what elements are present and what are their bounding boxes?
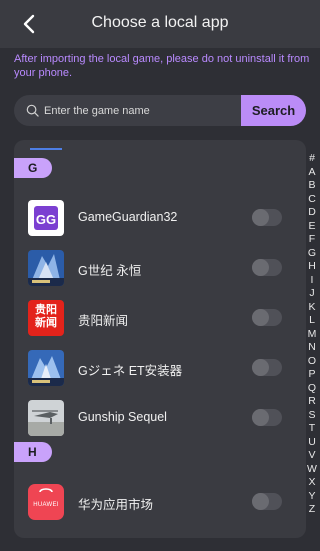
page-title: Choose a local app [91,14,229,31]
app-row-g-gene-et-installer[interactable]: Gジェネ ET安装器 [14,345,306,393]
gunship-sequel-icon [28,400,64,436]
app-row-huawei-appgallery[interactable]: HUAWEI 华为应用市场 [14,479,306,527]
import-notice: After importing the local game, please d… [14,53,310,79]
index-letter[interactable]: Z [306,503,318,517]
index-letter[interactable]: B [306,179,318,193]
search-button[interactable]: Search [241,95,306,126]
guiyang-news-icon-text-2: 新闻 [35,317,57,329]
index-letter[interactable]: I [306,274,318,288]
index-letter[interactable]: F [306,233,318,247]
app-name: G世纪 永恒 [78,264,142,278]
app-name: 华为应用市场 [78,498,154,512]
huawei-icon-text: HUAWEI [33,502,59,508]
app-row-gunship-sequel[interactable]: Gunship Sequel [14,395,306,443]
index-letter[interactable]: P [306,368,318,382]
index-letter[interactable]: W [306,463,318,477]
index-letter[interactable]: T [306,422,318,436]
section-header-h: H [14,442,52,462]
index-letter[interactable]: # [306,152,318,166]
toggle-knob [252,359,269,376]
gameguardian-icon: GG [28,200,64,236]
toggle-knob [252,493,269,510]
index-letter[interactable]: Q [306,382,318,396]
index-letter[interactable]: V [306,449,318,463]
index-letter[interactable]: Y [306,490,318,504]
index-letter[interactable]: C [306,193,318,207]
index-letter[interactable]: K [306,301,318,315]
list-indicator [30,148,62,150]
g-gene-et-installer-icon [28,350,64,386]
g-century-eternal-icon [28,250,64,286]
import-toggle[interactable] [252,209,282,226]
app-row-guiyang-news[interactable]: 贵阳 新闻 贵阳新闻 [14,295,306,343]
toggle-knob [252,409,269,426]
index-letter[interactable]: D [306,206,318,220]
index-letter[interactable]: H [306,260,318,274]
index-letter[interactable]: L [306,314,318,328]
app-name: Gunship Sequel [78,410,167,424]
app-name: GameGuardian32 [78,210,178,224]
index-letter[interactable]: N [306,341,318,355]
app-row-g-century-eternal[interactable]: G世纪 永恒 [14,245,306,293]
search-input[interactable] [44,95,234,126]
import-toggle[interactable] [252,359,282,376]
index-letter[interactable]: O [306,355,318,369]
index-letter[interactable]: E [306,220,318,234]
index-letter[interactable]: M [306,328,318,342]
app-name: Gジェネ ET安装器 [78,364,183,378]
import-toggle[interactable] [252,259,282,276]
app-list-panel[interactable]: G GG GameGuardian32 G世纪 永恒 贵阳 新闻 贵阳新闻 Gジ… [14,140,306,538]
import-toggle[interactable] [252,493,282,510]
search-bar: Search [14,95,306,126]
alphabet-index-bar[interactable]: # A B C D E F G H I J K L M N O P Q R S … [306,152,318,516]
top-bar: Choose a local app [0,0,320,48]
index-letter[interactable]: S [306,409,318,423]
svg-text:GG: GG [36,212,56,227]
index-letter[interactable]: X [306,476,318,490]
guiyang-news-icon-text-1: 贵阳 [35,304,57,316]
index-letter[interactable]: A [306,166,318,180]
toggle-knob [252,209,269,226]
huawei-appgallery-icon: HUAWEI [28,484,64,520]
index-letter[interactable]: U [306,436,318,450]
import-toggle[interactable] [252,309,282,326]
app-row-gameguardian32[interactable]: GG GameGuardian32 [14,195,306,243]
search-icon [26,104,39,117]
toggle-knob [252,259,269,276]
index-letter[interactable]: G [306,247,318,261]
toggle-knob [252,309,269,326]
app-name: 贵阳新闻 [78,314,129,328]
import-toggle[interactable] [252,409,282,426]
index-letter[interactable]: R [306,395,318,409]
guiyang-news-icon: 贵阳 新闻 [28,300,64,336]
index-letter[interactable]: J [306,287,318,301]
section-header-g: G [14,158,52,178]
